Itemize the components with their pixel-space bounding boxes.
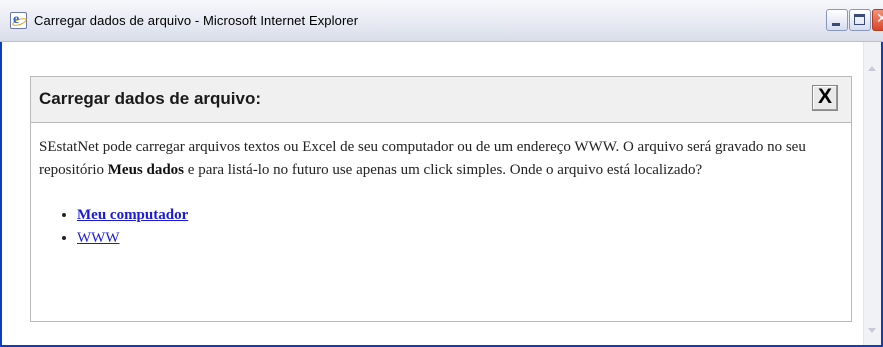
dialog-close-button[interactable]: X xyxy=(812,85,838,111)
list-item: WWW xyxy=(77,227,839,250)
my-computer-link[interactable]: Meu computador xyxy=(77,207,188,223)
scroll-up-icon[interactable] xyxy=(868,66,876,71)
scroll-down-icon[interactable] xyxy=(868,328,876,333)
upload-dialog: Carregar dados de arquivo: X SEstatNet p… xyxy=(30,76,852,322)
dialog-header: Carregar dados de arquivo: X xyxy=(31,77,851,123)
maximize-button[interactable] xyxy=(849,9,871,31)
ie-icon: e xyxy=(10,12,28,29)
dialog-body: SEstatNet pode carregar arquivos textos … xyxy=(39,136,839,250)
dialog-description: SEstatNet pode carregar arquivos textos … xyxy=(39,136,839,182)
location-options: Meu computador WWW xyxy=(39,204,839,250)
close-icon: ✕ xyxy=(876,11,883,27)
meus-dados-label: Meus dados xyxy=(107,162,185,178)
close-icon: X xyxy=(818,85,833,108)
list-item: Meu computador xyxy=(77,204,839,227)
title-bar[interactable]: e Carregar dados de arquivo - Microsoft … xyxy=(0,0,883,42)
description-text-end: e para listá-lo no futuro use apenas um … xyxy=(184,162,703,178)
window-close-button[interactable]: ✕ xyxy=(872,9,883,31)
browser-window: e Carregar dados de arquivo - Microsoft … xyxy=(0,0,883,347)
minimize-button[interactable] xyxy=(826,9,848,31)
dialog-title: Carregar dados de arquivo: xyxy=(39,89,262,108)
vertical-scrollbar[interactable] xyxy=(863,42,881,345)
www-link[interactable]: WWW xyxy=(77,230,119,246)
window-title: Carregar dados de arquivo - Microsoft In… xyxy=(34,13,359,28)
